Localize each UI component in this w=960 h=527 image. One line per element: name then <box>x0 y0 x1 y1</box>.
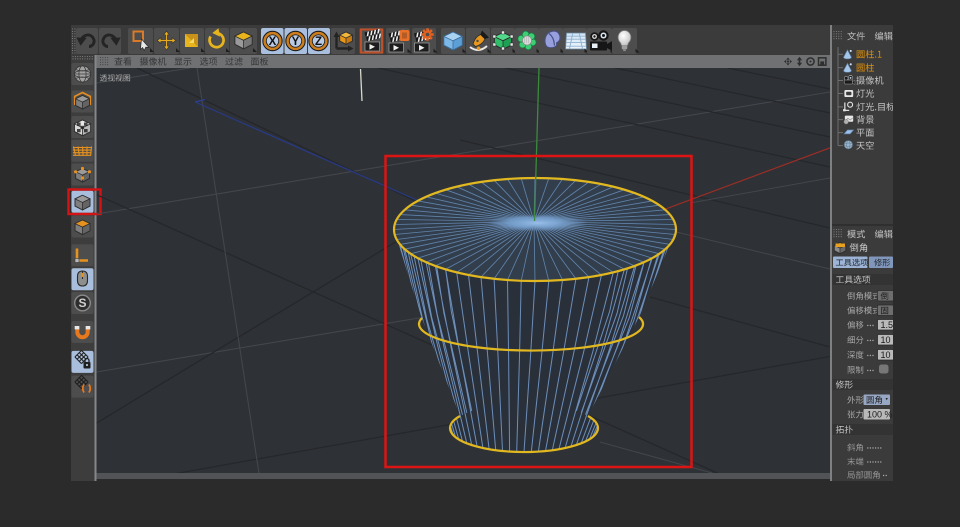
svg-text:Z: Z <box>315 36 322 48</box>
svg-text:Y: Y <box>292 36 300 48</box>
svg-text:100 %: 100 % <box>867 409 893 419</box>
svg-text:X: X <box>269 36 277 48</box>
svg-text:10: 10 <box>881 335 891 345</box>
svg-text:1.5: 1.5 <box>881 320 894 330</box>
svg-text:10: 10 <box>881 350 891 360</box>
svg-text:S: S <box>78 296 86 310</box>
